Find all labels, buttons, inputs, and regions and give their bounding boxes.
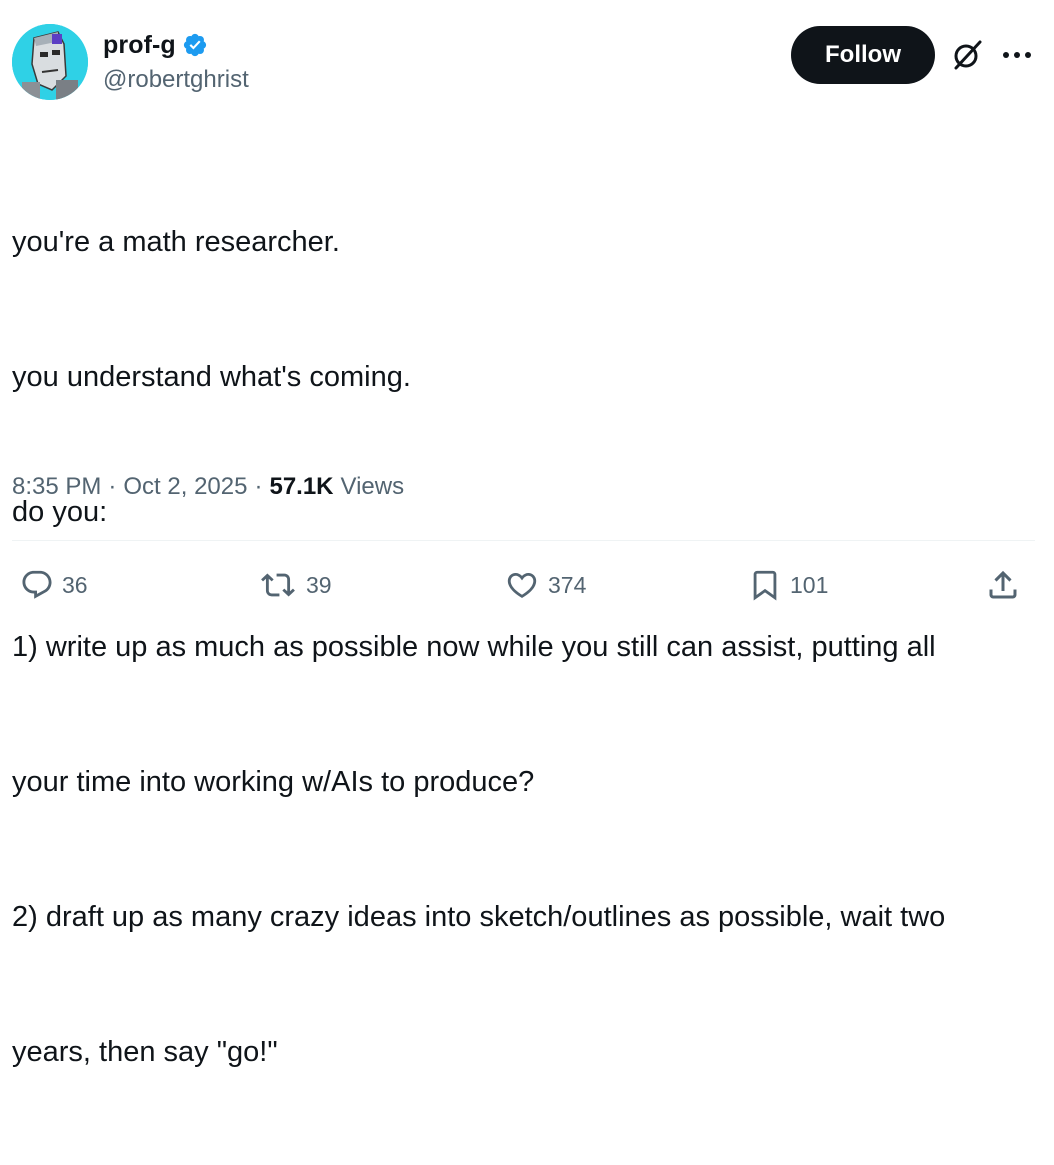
reply-icon xyxy=(22,570,52,599)
tweet-card: prof-g @robertghrist Follow you're a mat… xyxy=(0,0,1054,1068)
tweet-line: 2) draft up as many crazy ideas into ske… xyxy=(12,901,946,933)
heart-icon xyxy=(507,572,537,598)
tweet-text: you're a math researcher. you understand… xyxy=(12,130,1042,1165)
bookmark-button[interactable]: 101 xyxy=(748,562,828,608)
share-icon xyxy=(989,570,1017,599)
views-label: Views xyxy=(340,473,405,500)
more-icon[interactable] xyxy=(1000,40,1034,70)
display-name[interactable]: prof-g xyxy=(103,31,176,60)
author-name-row[interactable]: prof-g xyxy=(103,28,208,62)
tweet-line: 1) write up as much as possible now whil… xyxy=(12,631,936,663)
reply-button[interactable]: 36 xyxy=(20,562,88,608)
tweet-line: you understand what's coming. xyxy=(12,361,411,393)
tweet-time[interactable]: 8:35 PM xyxy=(12,473,101,501)
grok-icon[interactable] xyxy=(950,38,984,72)
tweet-line: years, then say "go!" xyxy=(12,1036,278,1068)
share-button[interactable] xyxy=(984,562,1022,608)
tweet-date[interactable]: Oct 2, 2025 xyxy=(123,473,247,501)
views-count: 57.1K xyxy=(269,473,334,500)
like-count: 374 xyxy=(548,571,587,598)
reply-count: 36 xyxy=(62,571,88,598)
avatar-robot-icon xyxy=(12,24,88,100)
tweet-line: your time into working w/AIs to produce? xyxy=(12,766,535,798)
avatar[interactable] xyxy=(12,24,88,100)
meta-separator: · xyxy=(254,473,263,500)
retweet-count: 39 xyxy=(306,571,332,598)
bookmark-count: 101 xyxy=(790,571,829,598)
retweet-icon xyxy=(261,573,295,597)
retweet-button[interactable]: 39 xyxy=(258,562,332,608)
bookmark-icon xyxy=(753,570,777,601)
follow-button[interactable]: Follow xyxy=(791,26,935,84)
author-handle[interactable]: @robertghrist xyxy=(103,66,249,94)
tweet-meta: 8:35 PM · Oct 2, 2025 · 57.1K Views xyxy=(12,473,404,501)
tweet-line: you're a math researcher. xyxy=(12,226,340,258)
meta-separator: · xyxy=(108,473,117,500)
divider xyxy=(12,540,1035,541)
verified-badge-icon[interactable] xyxy=(182,32,208,58)
like-button[interactable]: 374 xyxy=(504,562,586,608)
